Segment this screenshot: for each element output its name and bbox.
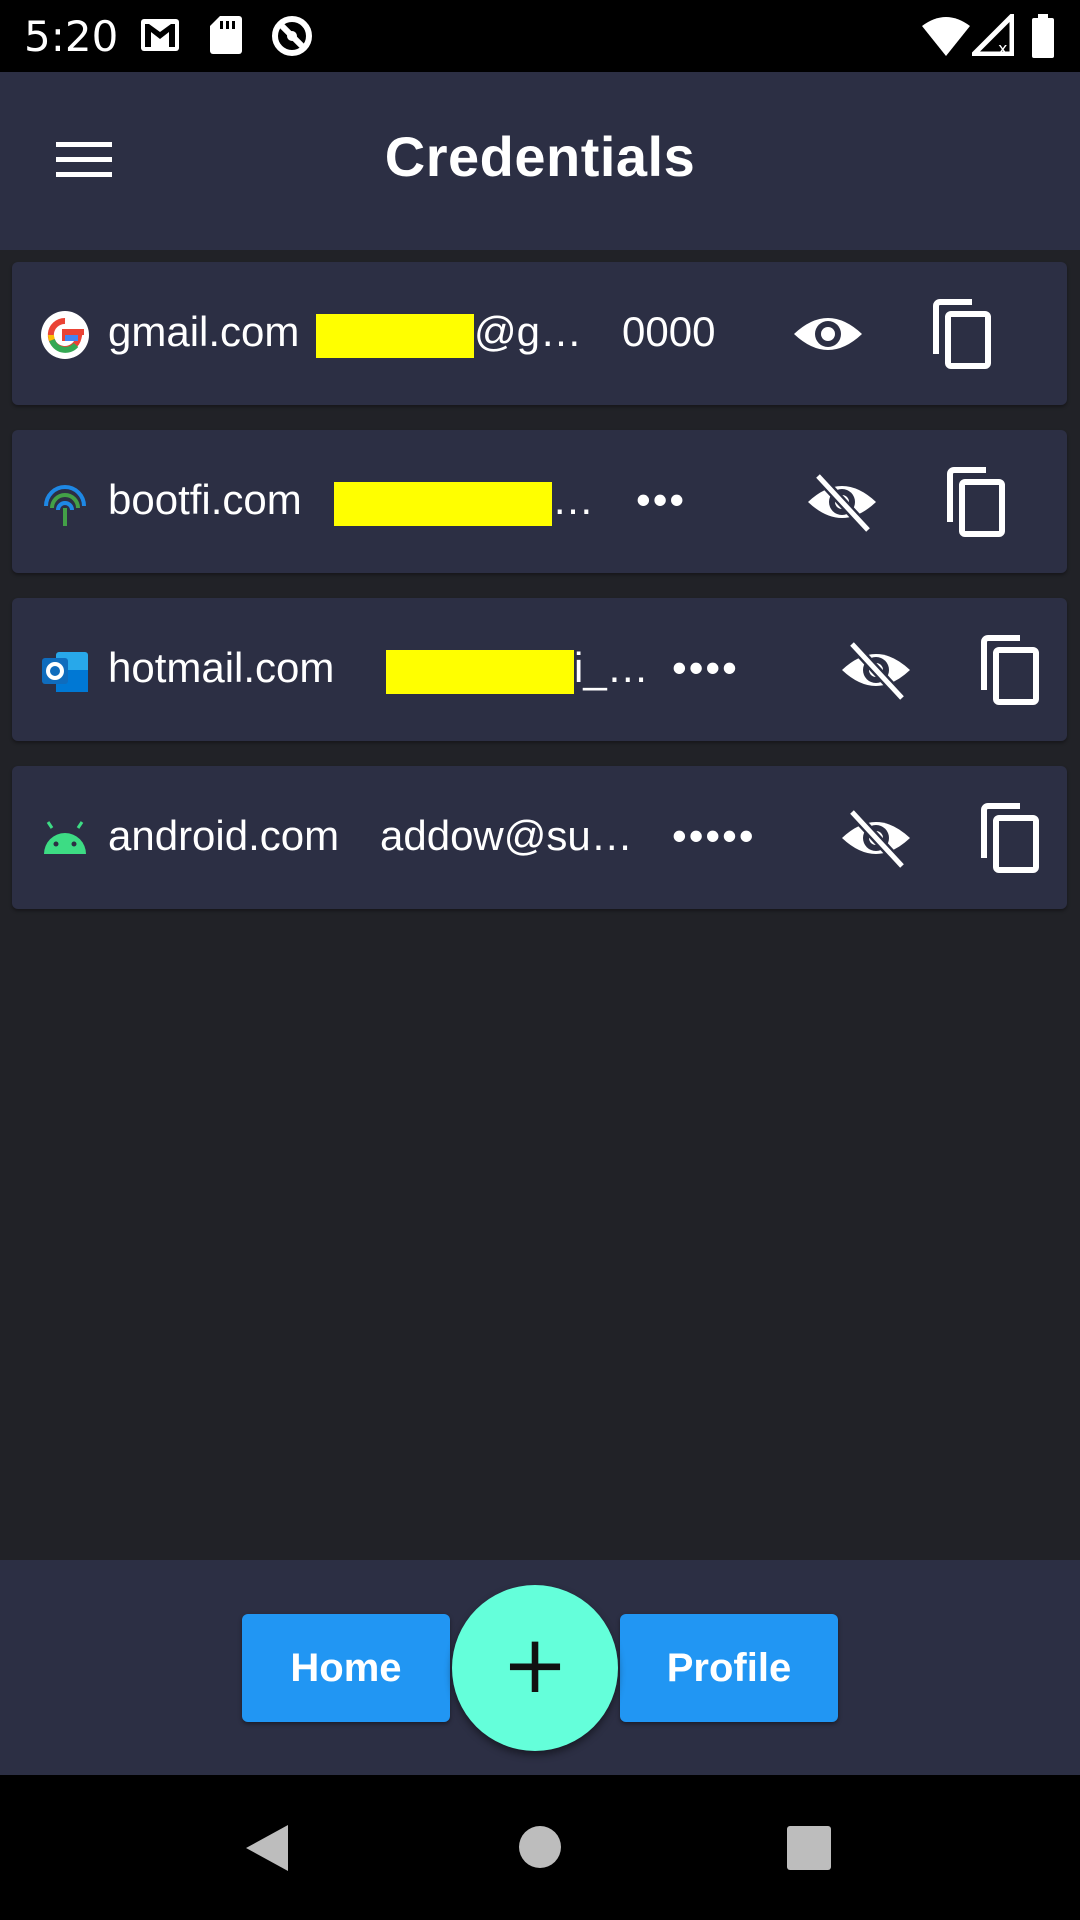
eye-off-icon[interactable] [840, 638, 912, 702]
credential-domain: hotmail.com [108, 644, 335, 691]
credential-username: @g… [474, 308, 582, 355]
credential-card-bootfi[interactable]: bootfi.com … ••• [12, 430, 1067, 573]
sd-card-icon [210, 16, 242, 54]
bottom-nav: Home Profile + [0, 1560, 1080, 1775]
wifi-icon [922, 17, 970, 56]
home-nav-icon[interactable] [518, 1825, 562, 1869]
copy-icon[interactable] [930, 298, 994, 370]
outlook-icon [42, 652, 88, 692]
credential-domain: gmail.com [108, 308, 300, 355]
credential-password: ••••• [672, 812, 756, 859]
credential-card-hotmail[interactable]: hotmail.com i_… •••• [12, 598, 1067, 741]
recents-icon[interactable] [786, 1825, 832, 1871]
redacted-username [316, 314, 474, 358]
profile-button[interactable]: Profile [620, 1614, 838, 1722]
status-time: 5:20 [24, 12, 119, 61]
google-icon [41, 311, 89, 359]
copy-icon[interactable] [978, 634, 1042, 706]
credential-card-gmail[interactable]: gmail.com @g… 0000 [12, 262, 1067, 405]
credential-password: 0000 [622, 308, 716, 355]
redacted-username [334, 482, 552, 526]
credential-password: ••• [636, 476, 687, 523]
eye-off-icon[interactable] [840, 806, 912, 870]
sync-disabled-icon [272, 16, 312, 56]
app-bar: Credentials [0, 72, 1080, 250]
redacted-username [386, 650, 574, 694]
credential-domain: android.com [108, 812, 340, 859]
signal-no-data-icon: x [972, 14, 1014, 56]
copy-icon[interactable] [944, 466, 1008, 538]
credential-password: •••• [672, 644, 739, 691]
home-button[interactable]: Home [242, 1614, 450, 1722]
copy-icon[interactable] [978, 802, 1042, 874]
credential-username: addow@su… [380, 812, 633, 859]
battery-icon [1032, 14, 1054, 58]
system-nav-bar [0, 1775, 1080, 1920]
credential-username: i_… [574, 644, 649, 691]
bootfi-icon [44, 485, 86, 526]
plus-icon: + [501, 1618, 569, 1711]
eye-icon[interactable] [792, 302, 864, 366]
status-bar: 5:20 x [0, 0, 1080, 72]
back-icon[interactable] [244, 1823, 290, 1873]
android-icon [44, 821, 86, 854]
credential-username: … [552, 476, 594, 523]
credential-domain: bootfi.com [108, 476, 302, 523]
add-credential-button[interactable]: + [452, 1585, 618, 1751]
credential-card-android[interactable]: android.com addow@su… ••••• [12, 766, 1067, 909]
gmail-icon [141, 19, 179, 51]
eye-off-icon[interactable] [806, 470, 878, 534]
svg-text:x: x [998, 39, 1007, 56]
page-title: Credentials [384, 125, 696, 188]
